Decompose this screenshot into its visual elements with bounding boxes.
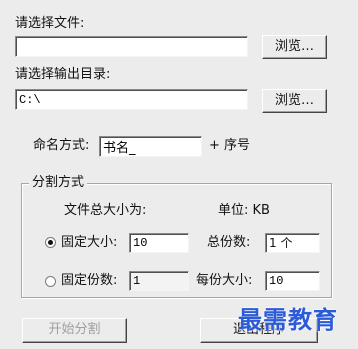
part-size-input[interactable] — [265, 271, 320, 291]
naming-suffix-label: + 序号 — [209, 138, 251, 153]
file-path-input[interactable] — [15, 36, 248, 57]
browse-file-button[interactable]: 浏览… — [262, 35, 327, 59]
total-parts-display: 1 个 — [265, 233, 320, 253]
total-parts-label: 总份数: — [207, 235, 251, 250]
naming-prefix-input[interactable] — [99, 136, 202, 157]
part-size-label: 每份大小: — [196, 273, 253, 288]
select-output-dir-label: 请选择输出目录: — [15, 67, 111, 82]
total-size-label: 文件总大小为: — [64, 203, 147, 218]
radio-selected-dot — [48, 240, 53, 245]
fixed-count-label: 固定份数: — [61, 273, 118, 288]
select-file-label: 请选择文件: — [15, 16, 85, 31]
fixed-size-label: 固定大小: — [61, 235, 118, 250]
unit-label: 单位: KB — [218, 203, 270, 218]
fixed-count-input[interactable] — [129, 271, 189, 291]
watermark-logo: 最需教育 — [238, 305, 338, 334]
output-dir-input[interactable] — [15, 89, 248, 110]
naming-label: 命名方式: — [33, 138, 90, 153]
start-split-button[interactable]: 开始分割 — [22, 318, 127, 343]
fixed-size-radio[interactable] — [45, 237, 56, 248]
fixed-count-radio[interactable] — [45, 276, 56, 287]
fixed-size-input[interactable] — [129, 233, 189, 253]
split-mode-title: 分割方式 — [29, 175, 88, 191]
browse-output-button[interactable]: 浏览… — [262, 89, 327, 113]
